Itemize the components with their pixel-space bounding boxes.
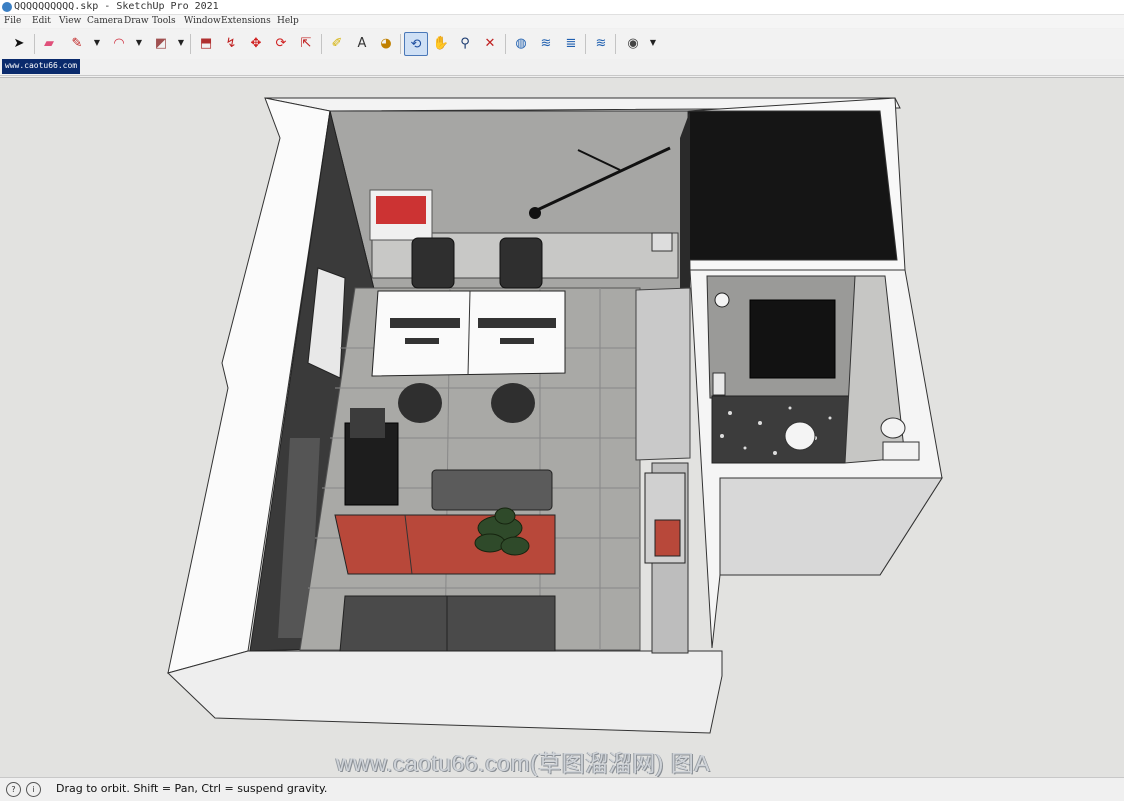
washbasin: [880, 417, 906, 439]
line-tool-icon[interactable]: ✎: [66, 32, 88, 54]
toolbar-separator: [505, 34, 506, 54]
menu-view[interactable]: View: [59, 15, 81, 28]
zoom-tool-icon[interactable]: ⚲: [454, 32, 476, 54]
follow-me-tool-icon[interactable]: ↯: [220, 32, 242, 54]
bathroom-pendant-lamp: [714, 292, 730, 308]
menu-bar: File Edit View Camera Draw Tools Window …: [0, 15, 1124, 28]
office-chair: [398, 383, 442, 423]
bathroom-floor: [711, 395, 856, 464]
extension-manager-icon[interactable]: ≋: [590, 32, 612, 54]
basin-counter: [882, 441, 920, 461]
scene-tab[interactable]: www.caotu66.com: [2, 59, 80, 74]
rotate-tool-icon[interactable]: ⟳: [270, 32, 292, 54]
orbit-tool-icon[interactable]: ⟲: [404, 32, 428, 56]
menu-file[interactable]: File: [4, 15, 21, 28]
menu-edit[interactable]: Edit: [32, 15, 51, 28]
model-viewport[interactable]: [0, 77, 1124, 777]
main-toolbar: ➤ ▰ ✎ ▼ ◠ ▼ ◩ ▼ ⬒ ↯ ✥ ⟳ ⇱ ✐ A ◕ ⟲ ✋ ⚲ ✕ …: [0, 29, 1124, 60]
office-chair: [499, 237, 543, 289]
glass-partition: [635, 287, 691, 461]
select-tool-icon[interactable]: ➤: [8, 32, 30, 54]
arc-dropdown-icon[interactable]: ▼: [134, 32, 144, 54]
text-tool-icon[interactable]: A: [351, 32, 373, 54]
move-tool-icon[interactable]: ✥: [245, 32, 267, 54]
status-message: Drag to orbit. Shift = Pan, Ctrl = suspe…: [56, 782, 328, 795]
push-pull-tool-icon[interactable]: ⬒: [195, 32, 217, 54]
menu-window[interactable]: Window: [184, 15, 221, 28]
model-render[interactable]: [0, 78, 1124, 777]
toolbar-separator: [585, 34, 586, 54]
status-bar: ? i Drag to orbit. Shift = Pan, Ctrl = s…: [0, 777, 1124, 801]
menu-camera[interactable]: Camera: [87, 15, 123, 28]
shape-dropdown-icon[interactable]: ▼: [176, 32, 186, 54]
menu-draw[interactable]: Draw: [124, 15, 149, 28]
watermark-text: www.caotu66.com(草图溜溜网) 图A: [336, 750, 711, 776]
dark-room-block: [687, 110, 898, 261]
account-icon[interactable]: ◉: [622, 32, 644, 54]
geolocation-status-icon[interactable]: ?: [6, 782, 21, 797]
toolbar-separator: [615, 34, 616, 54]
sketchup-app-icon: [2, 2, 12, 12]
towel-rack: [712, 372, 726, 396]
counter-printer: [651, 232, 673, 252]
pan-tool-icon[interactable]: ✋: [430, 32, 452, 54]
toolbar-separator: [321, 34, 322, 54]
warehouse-icon[interactable]: ◍: [510, 32, 532, 54]
account-dropdown-icon[interactable]: ▼: [648, 32, 658, 54]
paint-bucket-tool-icon[interactable]: ◕: [375, 32, 397, 54]
title-bar: QQQQQQQQQQ.skp - SketchUp Pro 2021: [0, 0, 1124, 15]
desk-monitor: [390, 318, 460, 328]
line-dropdown-icon[interactable]: ▼: [92, 32, 102, 54]
wall-poster-art: [376, 196, 426, 224]
dark-room-side: [680, 111, 690, 293]
tape-measure-tool-icon[interactable]: ✐: [326, 32, 348, 54]
window-title: QQQQQQQQQQ.skp - SketchUp Pro 2021: [14, 1, 219, 12]
gray-sofa: [431, 469, 553, 511]
menu-tools[interactable]: Tools: [152, 15, 176, 28]
toolbar-separator: [400, 34, 401, 54]
desk-keyboard: [500, 338, 534, 344]
menu-help[interactable]: Help: [277, 15, 299, 28]
extension-warehouse-icon[interactable]: ≋: [535, 32, 557, 54]
bathroom-door: [749, 299, 836, 379]
toilet: [784, 421, 816, 451]
eraser-tool-icon[interactable]: ▰: [38, 32, 60, 54]
office-chair: [491, 383, 535, 423]
zoom-extents-tool-icon[interactable]: ✕: [479, 32, 501, 54]
toolbar-separator: [190, 34, 191, 54]
desk-monitor: [478, 318, 556, 328]
layout-icon[interactable]: ≣: [560, 32, 582, 54]
toolbar-separator: [34, 34, 35, 54]
scale-tool-icon[interactable]: ⇱: [295, 32, 317, 54]
wall-lamp-head: [529, 207, 541, 219]
outer-wall-front: [167, 650, 723, 734]
shape-tool-icon[interactable]: ◩: [150, 32, 172, 54]
arc-tool-icon[interactable]: ◠: [108, 32, 130, 54]
bathroom-front-wall: [719, 477, 943, 576]
coffee-shelf: [350, 408, 385, 438]
scene-tab-bar: www.caotu66.com: [0, 59, 1124, 76]
menu-extensions[interactable]: Extensions: [221, 15, 271, 28]
info-icon[interactable]: i: [26, 782, 41, 797]
office-chair: [411, 237, 455, 289]
desk-keyboard: [405, 338, 439, 344]
red-appliance: [654, 519, 681, 557]
